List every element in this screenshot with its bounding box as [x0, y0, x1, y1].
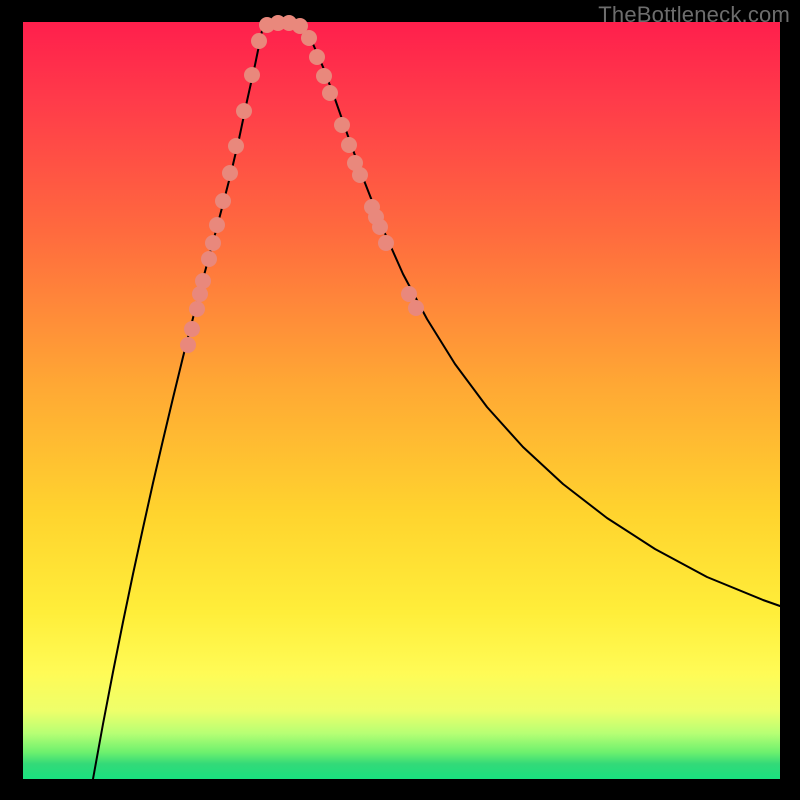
watermark-text: TheBottleneck.com: [598, 2, 790, 28]
data-dot: [201, 251, 217, 267]
data-dot: [205, 235, 221, 251]
data-dot: [215, 193, 231, 209]
data-dot: [189, 301, 205, 317]
data-dot: [222, 165, 238, 181]
data-dot: [378, 235, 394, 251]
data-dot: [322, 85, 338, 101]
data-dot: [301, 30, 317, 46]
chart-frame: [23, 22, 780, 779]
data-dot: [209, 217, 225, 233]
curve-right-branch: [303, 27, 780, 606]
data-dot: [401, 286, 417, 302]
bottleneck-curve-plot: [23, 22, 780, 779]
data-dot: [316, 68, 332, 84]
data-dot: [180, 337, 196, 353]
data-dot: [184, 321, 200, 337]
data-dot: [334, 117, 350, 133]
data-dot: [244, 67, 260, 83]
data-dot: [236, 103, 252, 119]
data-dot: [352, 167, 368, 183]
data-dot: [372, 219, 388, 235]
data-dots-group: [180, 15, 424, 353]
data-dot: [309, 49, 325, 65]
data-dot: [251, 33, 267, 49]
data-dot: [195, 273, 211, 289]
data-dot: [408, 300, 424, 316]
data-dot: [228, 138, 244, 154]
data-dot: [341, 137, 357, 153]
